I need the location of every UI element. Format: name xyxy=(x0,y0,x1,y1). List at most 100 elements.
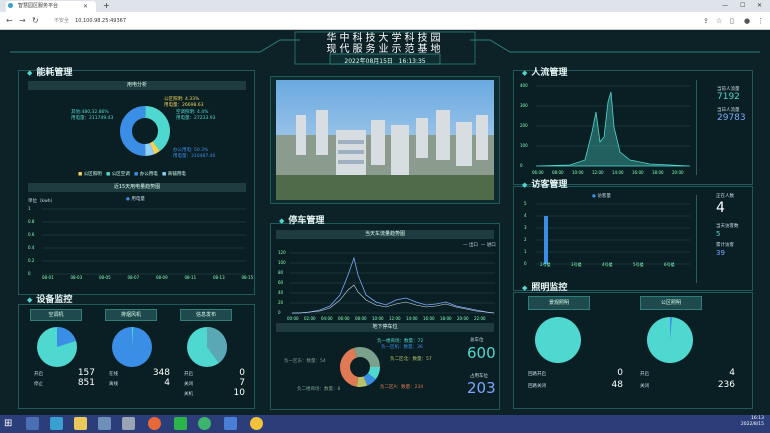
lighting-title: ◆ 照明监控 xyxy=(522,283,568,293)
device-stat-value: 10 xyxy=(233,388,245,398)
lighting-stat-label: 回路开启 xyxy=(528,372,546,377)
trend-ytick: 0.2 xyxy=(28,258,35,263)
wechat-icon[interactable] xyxy=(174,417,187,430)
url-field[interactable]: 不安全 10.100.98.25:49367 xyxy=(54,16,654,26)
profile-icon[interactable]: ● xyxy=(744,12,750,30)
device-stat-value: 4 xyxy=(164,378,170,388)
trend-header: 近15天用电量趋势图 xyxy=(28,183,246,192)
visitors-divider xyxy=(696,195,697,283)
datetime: 2022年08月15日 16:13:35 xyxy=(335,56,435,65)
device-stat-label: 离线 xyxy=(109,382,118,387)
visitors-ytick: 1 xyxy=(524,249,527,254)
visitors-chart xyxy=(536,203,690,265)
traffic-xtick: 00:00 xyxy=(287,316,299,321)
trend-xtick: 08-03 xyxy=(70,275,83,280)
device-pie-chart xyxy=(112,327,152,367)
device-group-header: 排烟风机 xyxy=(105,309,157,321)
folder-icon[interactable] xyxy=(74,417,87,430)
device-stat-value: 851 xyxy=(77,378,95,388)
new-tab-icon[interactable]: + xyxy=(103,0,110,12)
lighting-stat-label: 回路关闭 xyxy=(528,384,546,389)
visitors-legend: ● 访客量 xyxy=(592,194,611,199)
traffic-header: 当天车流量趋势图 xyxy=(276,230,494,239)
start-icon[interactable]: ⊞ xyxy=(4,417,12,431)
chrome-icon[interactable] xyxy=(250,417,263,430)
flow-xtick: 08:00 xyxy=(552,170,564,175)
trend-ytick: 0 xyxy=(28,271,31,276)
flow-xtick: 12:00 xyxy=(592,170,604,175)
visitors-ytick: 2 xyxy=(524,237,527,242)
device-stat-value: 157 xyxy=(77,368,95,378)
traffic-xtick: 18:00 xyxy=(440,316,452,321)
share-icon[interactable]: ⇪ xyxy=(703,12,709,30)
flow-ytick: 300 xyxy=(520,103,528,108)
device-stat-label: 开启 xyxy=(34,372,43,377)
device-stat-label: 在线 xyxy=(109,372,118,377)
parking-pie-chart xyxy=(340,347,380,387)
flow-xtick: 10:00 xyxy=(572,170,584,175)
trend-unit: 单位（kwh） xyxy=(28,199,56,204)
lighting-stat-value: 4 xyxy=(729,368,735,378)
back-icon[interactable]: ← xyxy=(6,12,13,30)
today-visitors-label: 当天访客数 xyxy=(716,224,739,229)
taskbar-app-icon[interactable] xyxy=(148,417,161,430)
tab-close-icon[interactable]: ✕ xyxy=(83,1,88,12)
taskbar-app-icon[interactable] xyxy=(224,417,237,430)
trend-xtick: 08-07 xyxy=(127,275,140,280)
forward-icon[interactable]: → xyxy=(19,12,26,30)
lighting-group-header: 景观照明 xyxy=(528,296,590,310)
flow-ytick: 400 xyxy=(520,83,528,88)
trend-xtick: 08-13 xyxy=(213,275,225,280)
pie-label-b1-zone: 负一区机：数量：36 xyxy=(381,345,423,350)
taskbar-app-icon[interactable] xyxy=(122,417,135,430)
reload-icon[interactable]: ↻ xyxy=(32,12,39,30)
pie-label-b2-mall: 负二楼商场：数量：8 xyxy=(297,387,341,392)
device-stat-value: 0 xyxy=(239,368,245,378)
close-window-icon[interactable]: ✕ xyxy=(757,0,762,12)
visitors-title: ◆ 访客管理 xyxy=(522,180,568,190)
traffic-xtick: 14:00 xyxy=(406,316,418,321)
trend-xtick: 08-09 xyxy=(156,275,168,280)
energy-title: ◆ 能耗管理 xyxy=(27,68,73,78)
visitors-ytick: 4 xyxy=(524,213,527,218)
lighting-stat-label: 开启 xyxy=(640,372,649,377)
trend-legend: ● 用电量 xyxy=(126,197,145,202)
traffic-xtick: 10:00 xyxy=(372,316,384,321)
traffic-xtick: 04:00 xyxy=(321,316,333,321)
visitors-ytick: 5 xyxy=(524,201,527,206)
tab-title: 智慧园区服务平台 xyxy=(18,3,59,9)
trend-grid xyxy=(42,208,246,275)
visitors-ytick: 3 xyxy=(524,225,527,230)
taskbar-app-icon[interactable] xyxy=(26,417,39,430)
traffic-ytick: 40 xyxy=(278,290,284,295)
today-visitors-value: 5 xyxy=(716,230,721,238)
flow-xtick: 06:00 xyxy=(532,170,544,175)
device-stat-label: 停止 xyxy=(34,382,43,387)
bookmark-star-icon[interactable]: ☆ xyxy=(716,12,722,30)
sidebar-icon[interactable]: ▯ xyxy=(730,12,734,30)
traffic-xtick: 06:00 xyxy=(338,316,350,321)
visitors-xtick: 5号楼 xyxy=(633,262,644,267)
trend-ytick: 0.6 xyxy=(28,232,35,237)
lighting-group-header: 公区照明 xyxy=(640,296,702,310)
taskbar-app-icon[interactable] xyxy=(50,417,63,430)
taskbar-app-icon[interactable] xyxy=(198,417,211,430)
traffic-xtick: 12:00 xyxy=(389,316,401,321)
minimize-icon[interactable]: — xyxy=(722,0,728,12)
device-group-header: 空调机 xyxy=(30,309,82,321)
menu-icon[interactable]: ⋮ xyxy=(757,12,764,30)
taskbar-app-icon[interactable] xyxy=(98,417,111,430)
traffic-ytick: 20 xyxy=(278,300,284,305)
flow-xtick: 20:00 xyxy=(672,170,684,175)
maximize-icon[interactable]: ☐ xyxy=(740,0,745,12)
title-line-2: 现代服务业示范基地 xyxy=(326,44,444,55)
title-line-1: 华中科技大学科技园 xyxy=(326,33,444,44)
system-tray-clock[interactable]: 16:13 2022/8/15 xyxy=(741,416,764,428)
trend-ytick: 0.4 xyxy=(28,245,35,250)
total-visitors-value: 39 xyxy=(716,249,725,257)
visitors-bar xyxy=(544,216,548,264)
current-visitors-value: 4 xyxy=(716,200,725,216)
traffic-ytick: 100 xyxy=(278,260,286,265)
pie-label-b2a: 负二区A：数量：234 xyxy=(380,385,424,390)
tab-favicon-icon xyxy=(8,3,13,8)
